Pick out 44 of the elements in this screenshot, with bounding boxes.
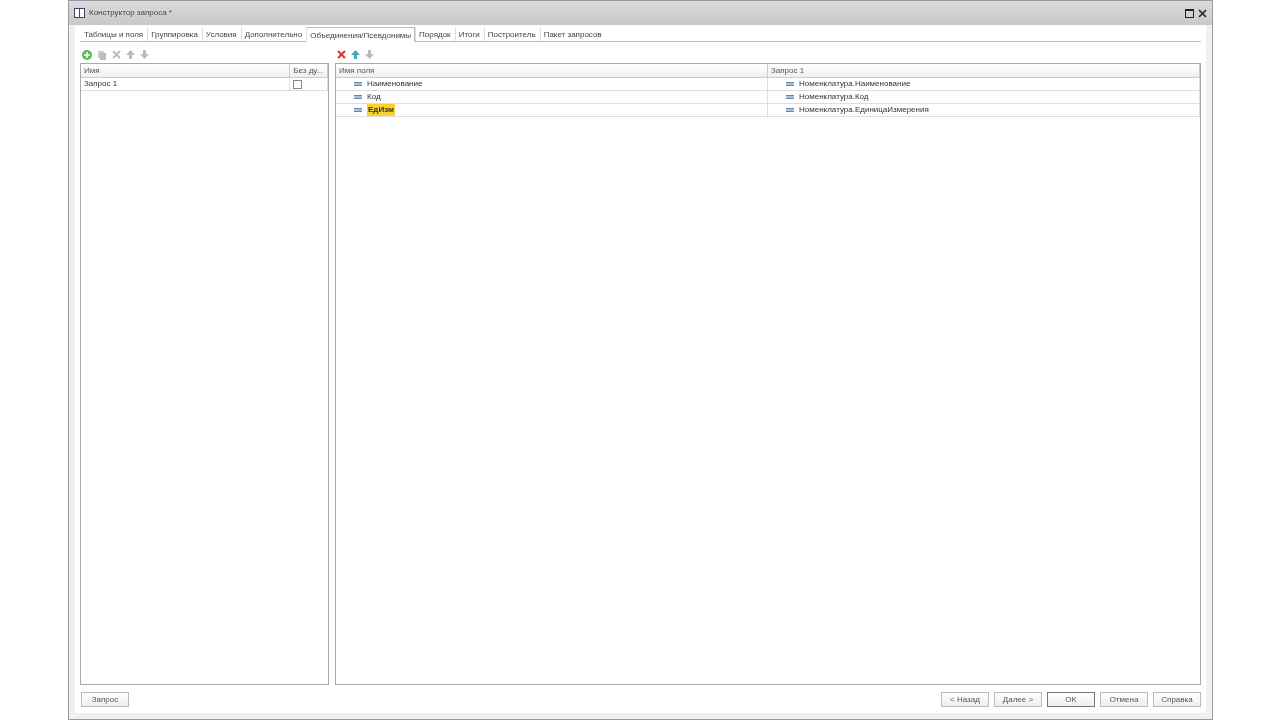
add-icon[interactable] bbox=[82, 49, 92, 60]
window-title: Конструктор запроса * bbox=[89, 7, 172, 19]
table-cell: Номенклатура.Наименование bbox=[799, 78, 911, 90]
field-icon bbox=[354, 82, 362, 86]
down-arrow-icon[interactable] bbox=[140, 50, 149, 59]
tab[interactable]: Таблицы и поля bbox=[80, 27, 148, 41]
tab[interactable]: Группировка bbox=[147, 27, 202, 41]
dialog-button[interactable]: < Назад bbox=[941, 691, 989, 707]
delete-icon[interactable] bbox=[112, 50, 121, 59]
column-header[interactable]: Имя поля bbox=[336, 64, 768, 77]
column-header[interactable]: Запрос 1 bbox=[768, 64, 1200, 77]
table-cell[interactable]: ЕдИзм bbox=[367, 104, 395, 116]
tab[interactable]: Пакет запросов bbox=[539, 27, 606, 41]
table-cell: Номенклатура.Код bbox=[799, 91, 869, 103]
field-icon bbox=[786, 108, 794, 112]
form-icon bbox=[74, 8, 85, 18]
field-icon bbox=[354, 95, 362, 99]
tab[interactable]: Объединения/Псевдонимы bbox=[306, 27, 416, 42]
table-cell[interactable]: Код bbox=[367, 91, 381, 103]
down-arrow-icon[interactable] bbox=[365, 50, 374, 59]
tab[interactable]: Порядок bbox=[415, 27, 455, 41]
dialog-button[interactable]: Отмена bbox=[1100, 691, 1148, 707]
dialog-button[interactable]: Справка bbox=[1153, 691, 1201, 707]
column-header[interactable]: Без ду... bbox=[290, 64, 328, 77]
close-icon[interactable] bbox=[1198, 8, 1207, 18]
field-icon bbox=[786, 95, 794, 99]
field-icon bbox=[354, 108, 362, 112]
column-header[interactable]: Имя bbox=[81, 64, 291, 77]
checkbox[interactable] bbox=[293, 79, 303, 89]
dialog-button[interactable]: Далее > bbox=[994, 691, 1042, 707]
up-arrow-icon[interactable] bbox=[126, 50, 135, 59]
up-arrow-icon[interactable] bbox=[351, 50, 360, 59]
delete-icon[interactable] bbox=[337, 50, 346, 59]
query-button[interactable]: Запрос bbox=[81, 691, 129, 707]
tab[interactable]: Итоги bbox=[454, 27, 484, 41]
tab[interactable]: Построитель bbox=[483, 27, 540, 41]
table-cell[interactable]: Наименование bbox=[367, 78, 423, 90]
maximize-icon[interactable] bbox=[1185, 8, 1194, 18]
copy-icon[interactable] bbox=[97, 49, 107, 60]
field-icon bbox=[786, 82, 794, 86]
table-cell[interactable]: Запрос 1 bbox=[84, 78, 118, 90]
tab[interactable]: Условия bbox=[201, 27, 241, 41]
dialog-button[interactable]: OK bbox=[1047, 691, 1095, 707]
table-cell: Номенклатура.ЕдиницаИзмерения bbox=[799, 104, 929, 116]
